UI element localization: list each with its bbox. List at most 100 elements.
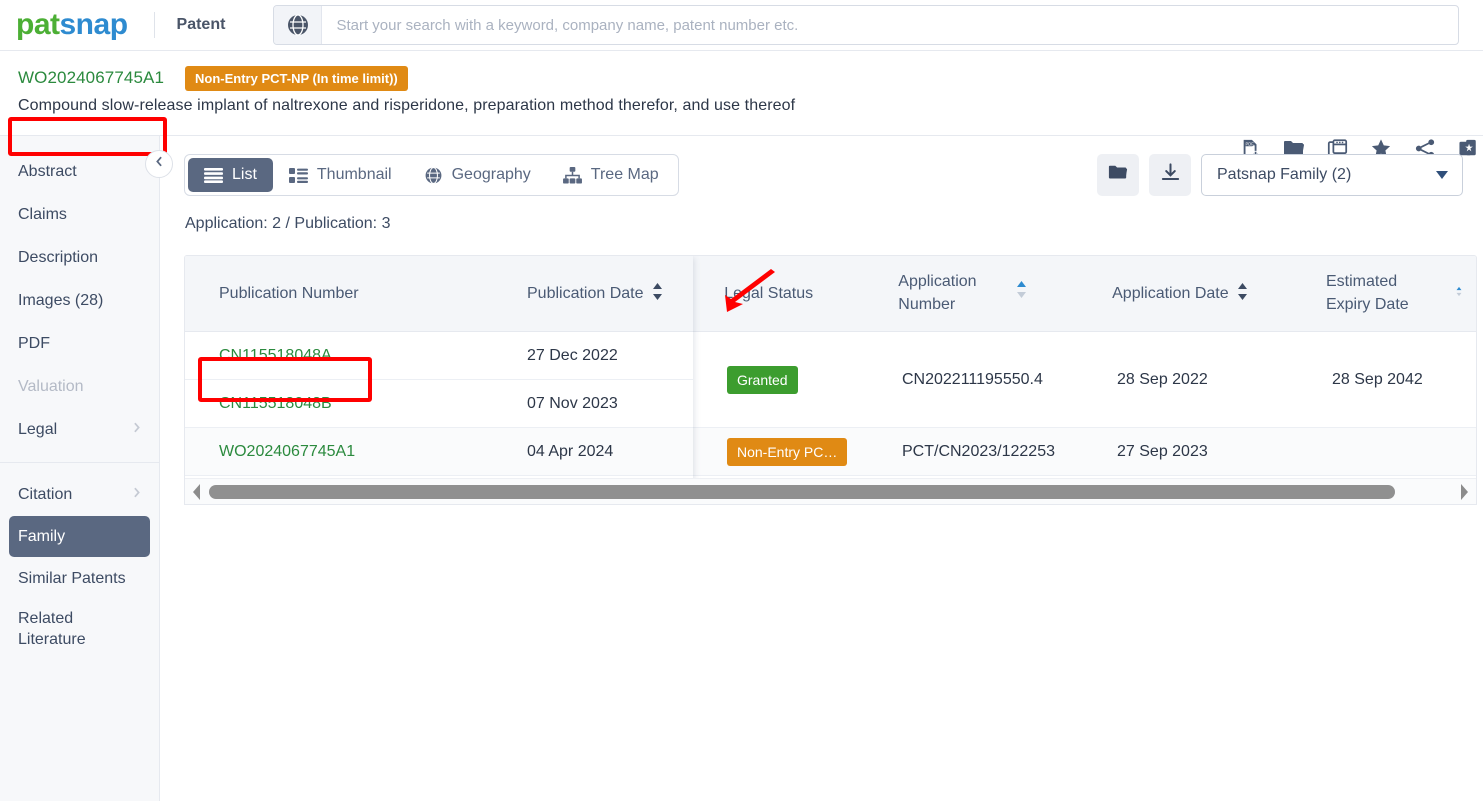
patsnap-logo[interactable]: patsnap: [16, 10, 128, 40]
frozen-columns-inner: Publication Number Publication Date CN11…: [185, 256, 693, 504]
cell-legal-status: Non-Entry PC…: [693, 428, 868, 475]
cell-publication-number[interactable]: CN115518048B: [185, 395, 493, 413]
publication-number-link[interactable]: CN115518048A: [219, 347, 332, 365]
column-header-application-number[interactable]: Application Number: [864, 256, 1078, 331]
table-row[interactable]: CN115518048B 07 Nov 2023: [185, 380, 693, 428]
folder-icon: [1107, 163, 1129, 188]
publication-number-link[interactable]: WO2024067745A1: [219, 443, 355, 461]
download-icon: [1160, 162, 1181, 188]
global-search-bar[interactable]: [273, 5, 1460, 45]
tab-label: Geography: [451, 166, 531, 183]
sidebar-item-citation[interactable]: Citation: [0, 473, 159, 516]
cell-publication-date: 04 Apr 2024: [527, 442, 614, 460]
patent-status-badge: Non-Entry PCT-NP (In time limit)): [185, 65, 408, 91]
sidebar-item-label: Citation: [18, 485, 73, 503]
sidebar-item-label: Description: [18, 248, 99, 266]
sidebar-item-label: Claims: [18, 205, 67, 223]
column-header-next-clipped[interactable]: [1456, 256, 1476, 331]
status-badge: Granted: [727, 365, 798, 394]
list-icon: [204, 167, 223, 183]
publication-number-link[interactable]: CN115518048B: [219, 395, 332, 413]
tab-label: List: [232, 166, 257, 183]
page-title: Compound slow-release implant of naltrex…: [18, 97, 796, 114]
thumbnail-icon: [288, 167, 308, 183]
cell-publication-date: 07 Nov 2023: [527, 394, 618, 412]
chevron-down-icon: [1436, 171, 1448, 179]
sidebar-item-legal[interactable]: Legal: [0, 408, 159, 451]
table-row[interactable]: CN115518048A 27 Dec 2022: [185, 332, 693, 380]
cell-application-date: 28 Sep 2022: [1117, 370, 1208, 388]
sidebar-item-valuation: Valuation: [0, 365, 159, 408]
cell-legal-status: Granted: [693, 332, 868, 427]
main-content: List Thumbnail Geography Tree Map Patsna…: [160, 136, 1483, 801]
sidebar-item-related-literature[interactable]: Related Literature: [0, 600, 159, 658]
tab-tree-map[interactable]: Tree Map: [547, 158, 675, 192]
cell-estimated-expiry-date: [1298, 428, 1463, 475]
sidebar-item-description[interactable]: Description: [0, 236, 159, 279]
cell-application-number: PCT/CN2023/122253: [902, 442, 1055, 460]
sort-icon[interactable]: [652, 282, 663, 305]
cell-application-date: 27 Sep 2023: [1117, 442, 1208, 460]
status-badge: Non-Entry PC…: [727, 437, 848, 466]
sidebar-item-abstract[interactable]: Abstract: [0, 150, 159, 193]
scrollbar-thumb[interactable]: [209, 484, 1395, 499]
horizontal-scrollbar[interactable]: [185, 478, 1476, 504]
sidebar-item-label: Valuation: [18, 377, 84, 395]
sidebar-divider: [0, 462, 159, 463]
tab-label: Thumbnail: [316, 166, 392, 183]
frozen-columns-pane: Publication Number Publication Date CN11…: [185, 256, 693, 504]
logo-text-snap: snap: [59, 8, 129, 41]
sidebar-item-label: Images (28): [18, 291, 104, 309]
sidebar-collapse-button[interactable]: [145, 150, 173, 178]
cell-estimated-expiry-date: 28 Sep 2042: [1332, 370, 1423, 388]
tab-list[interactable]: List: [188, 158, 273, 192]
logo-text-pat: pat: [16, 8, 60, 41]
column-header-estimated-expiry-date: Estimated Expiry Date: [1325, 273, 1409, 313]
sidebar-item-pdf[interactable]: PDF: [0, 322, 159, 365]
view-tab-group: List Thumbnail Geography Tree Map: [184, 154, 679, 196]
scroll-left-arrow-icon[interactable]: [185, 483, 209, 500]
scroll-right-arrow-icon[interactable]: [1452, 483, 1476, 500]
top-bar: patsnap Patent: [0, 0, 1483, 51]
tab-geography[interactable]: Geography: [408, 158, 547, 192]
column-header-publication-date[interactable]: Publication Date: [493, 256, 693, 331]
sidebar-item-label-line1: Related: [18, 609, 74, 627]
tab-thumbnail[interactable]: Thumbnail: [273, 158, 408, 192]
sidebar-item-label: Similar Patents: [18, 569, 126, 587]
chevron-left-icon: [153, 155, 166, 173]
sort-icon-active-asc[interactable]: [1016, 281, 1027, 305]
globe-icon: [424, 166, 443, 185]
sort-icon[interactable]: [1456, 283, 1462, 305]
sidebar-item-family[interactable]: Family: [9, 516, 150, 557]
add-to-folder-button[interactable]: [1097, 154, 1139, 196]
patent-publication-number[interactable]: WO2024067745A1: [18, 68, 164, 88]
sidebar-item-label-line2: Literature: [18, 631, 86, 648]
sidebar-item-similar-patents[interactable]: Similar Patents: [0, 557, 159, 600]
sidebar-item-label: Abstract: [18, 162, 77, 180]
export-download-button[interactable]: [1149, 154, 1191, 196]
tab-label: Tree Map: [590, 166, 659, 183]
sidebar-item-images[interactable]: Images (28): [0, 279, 159, 322]
patent-header: WO2024067745A1 Non-Entry PCT-NP (In time…: [0, 51, 1483, 158]
chevron-right-icon: [130, 421, 143, 439]
patent-header-top-row: WO2024067745A1 Non-Entry PCT-NP (In time…: [0, 51, 1483, 91]
cell-publication-number[interactable]: CN115518048A: [185, 347, 493, 365]
section-label-patent: Patent: [176, 16, 226, 33]
family-select-value: Patsnap Family (2): [1217, 166, 1352, 183]
sidebar-item-label: Family: [18, 527, 66, 545]
sidebar-item-label: PDF: [18, 334, 50, 352]
sidebar: Abstract Claims Description Images (28) …: [0, 136, 173, 801]
sidebar-item-claims[interactable]: Claims: [0, 193, 159, 236]
result-count-line: Application: 2 / Publication: 3: [185, 215, 391, 232]
globe-icon[interactable]: [274, 6, 323, 44]
cell-publication-date: 27 Dec 2022: [527, 346, 618, 364]
family-select[interactable]: Patsnap Family (2): [1201, 154, 1463, 196]
search-input[interactable]: [322, 6, 1459, 44]
cell-publication-number[interactable]: WO2024067745A1: [185, 443, 493, 461]
scrollbar-track[interactable]: [209, 479, 1452, 505]
column-header-application-date[interactable]: Application Date: [1078, 256, 1292, 331]
table-row[interactable]: WO2024067745A1 04 Apr 2024: [185, 428, 693, 476]
cell-application-number: CN202211195550.4: [902, 370, 1043, 388]
sort-icon[interactable]: [1237, 282, 1248, 305]
column-header-legal-status: Legal Status: [724, 284, 814, 302]
